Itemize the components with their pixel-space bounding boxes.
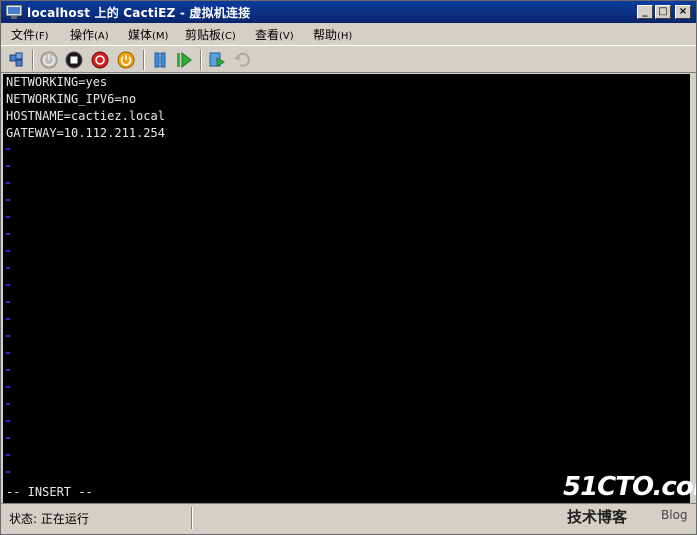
window-title: localhost 上的 CactiEZ - 虚拟机连接 bbox=[27, 6, 251, 20]
right-edge bbox=[690, 74, 696, 503]
title-bar[interactable]: localhost 上的 CactiEZ - 虚拟机连接 _ □ × bbox=[1, 1, 696, 23]
close-button[interactable]: × bbox=[675, 5, 691, 19]
minimize-button[interactable]: _ bbox=[637, 5, 653, 19]
revert-icon[interactable] bbox=[232, 50, 252, 70]
empty-line-tilde bbox=[6, 318, 10, 320]
console-line: GATEWAY=10.112.211.254 bbox=[6, 126, 165, 140]
menu-clipboard[interactable]: 剪贴板(C) bbox=[185, 26, 236, 43]
status-divider bbox=[191, 507, 193, 529]
menu-view[interactable]: 查看(V) bbox=[255, 26, 294, 43]
empty-line-tilde bbox=[6, 250, 10, 252]
snapshot-icon[interactable] bbox=[207, 50, 227, 70]
maximize-button[interactable]: □ bbox=[655, 5, 671, 19]
empty-line-tilde bbox=[6, 182, 10, 184]
console-line: NETWORKING_IPV6=no bbox=[6, 92, 137, 106]
watermark-site: 51CTO.com bbox=[563, 472, 696, 502]
menu-help[interactable]: 帮助(H) bbox=[313, 26, 352, 43]
empty-line-tilde bbox=[6, 420, 10, 422]
vim-mode-indicator: -- INSERT -- bbox=[6, 485, 93, 499]
toolbar-separator bbox=[32, 50, 34, 70]
watermark-blog: Blog bbox=[661, 508, 688, 522]
menu-bar: 文件(F) 操作(A) 媒体(M) 剪贴板(C) 查看(V) 帮助(H) bbox=[1, 23, 696, 45]
menu-file[interactable]: 文件(F) bbox=[11, 26, 49, 43]
console-line: HOSTNAME=cactiez.local bbox=[6, 109, 165, 123]
empty-line-tilde bbox=[6, 301, 10, 303]
empty-line-tilde bbox=[6, 216, 10, 218]
empty-line-tilde bbox=[6, 284, 10, 286]
ctrl-alt-del-icon[interactable] bbox=[7, 50, 27, 70]
vm-connection-window: localhost 上的 CactiEZ - 虚拟机连接 _ □ × 文件(F)… bbox=[0, 0, 697, 535]
watermark-sub: 技术博客 bbox=[567, 508, 628, 526]
empty-line-tilde bbox=[6, 335, 10, 337]
menu-action[interactable]: 操作(A) bbox=[70, 26, 109, 43]
empty-line-tilde bbox=[6, 369, 10, 371]
monitor-icon bbox=[5, 4, 23, 19]
empty-line-tilde bbox=[6, 233, 10, 235]
turn-off-icon[interactable] bbox=[64, 50, 84, 70]
pause-icon[interactable] bbox=[150, 50, 170, 70]
empty-line-tilde bbox=[6, 454, 10, 456]
empty-line-tilde bbox=[6, 471, 10, 473]
toolbar bbox=[1, 45, 696, 73]
toolbar-separator bbox=[200, 50, 202, 70]
empty-line-tilde bbox=[6, 267, 10, 269]
empty-line-tilde bbox=[6, 403, 10, 405]
empty-line-tilde bbox=[6, 165, 10, 167]
empty-line-tilde bbox=[6, 148, 10, 150]
empty-line-tilde bbox=[6, 352, 10, 354]
shutdown-icon[interactable] bbox=[90, 50, 110, 70]
empty-line-tilde bbox=[6, 199, 10, 201]
empty-line-tilde bbox=[6, 386, 10, 388]
status-text: 状态: 正在运行 bbox=[9, 512, 89, 526]
save-icon[interactable] bbox=[116, 50, 136, 70]
toolbar-separator bbox=[143, 50, 145, 70]
menu-media[interactable]: 媒体(M) bbox=[128, 26, 168, 43]
vm-console-screen[interactable]: NETWORKING=yes NETWORKING_IPV6=no HOSTNA… bbox=[3, 74, 690, 503]
empty-line-tilde bbox=[6, 437, 10, 439]
console-line: NETWORKING=yes bbox=[6, 75, 108, 89]
start-icon[interactable] bbox=[39, 50, 59, 70]
resume-icon[interactable] bbox=[174, 50, 194, 70]
